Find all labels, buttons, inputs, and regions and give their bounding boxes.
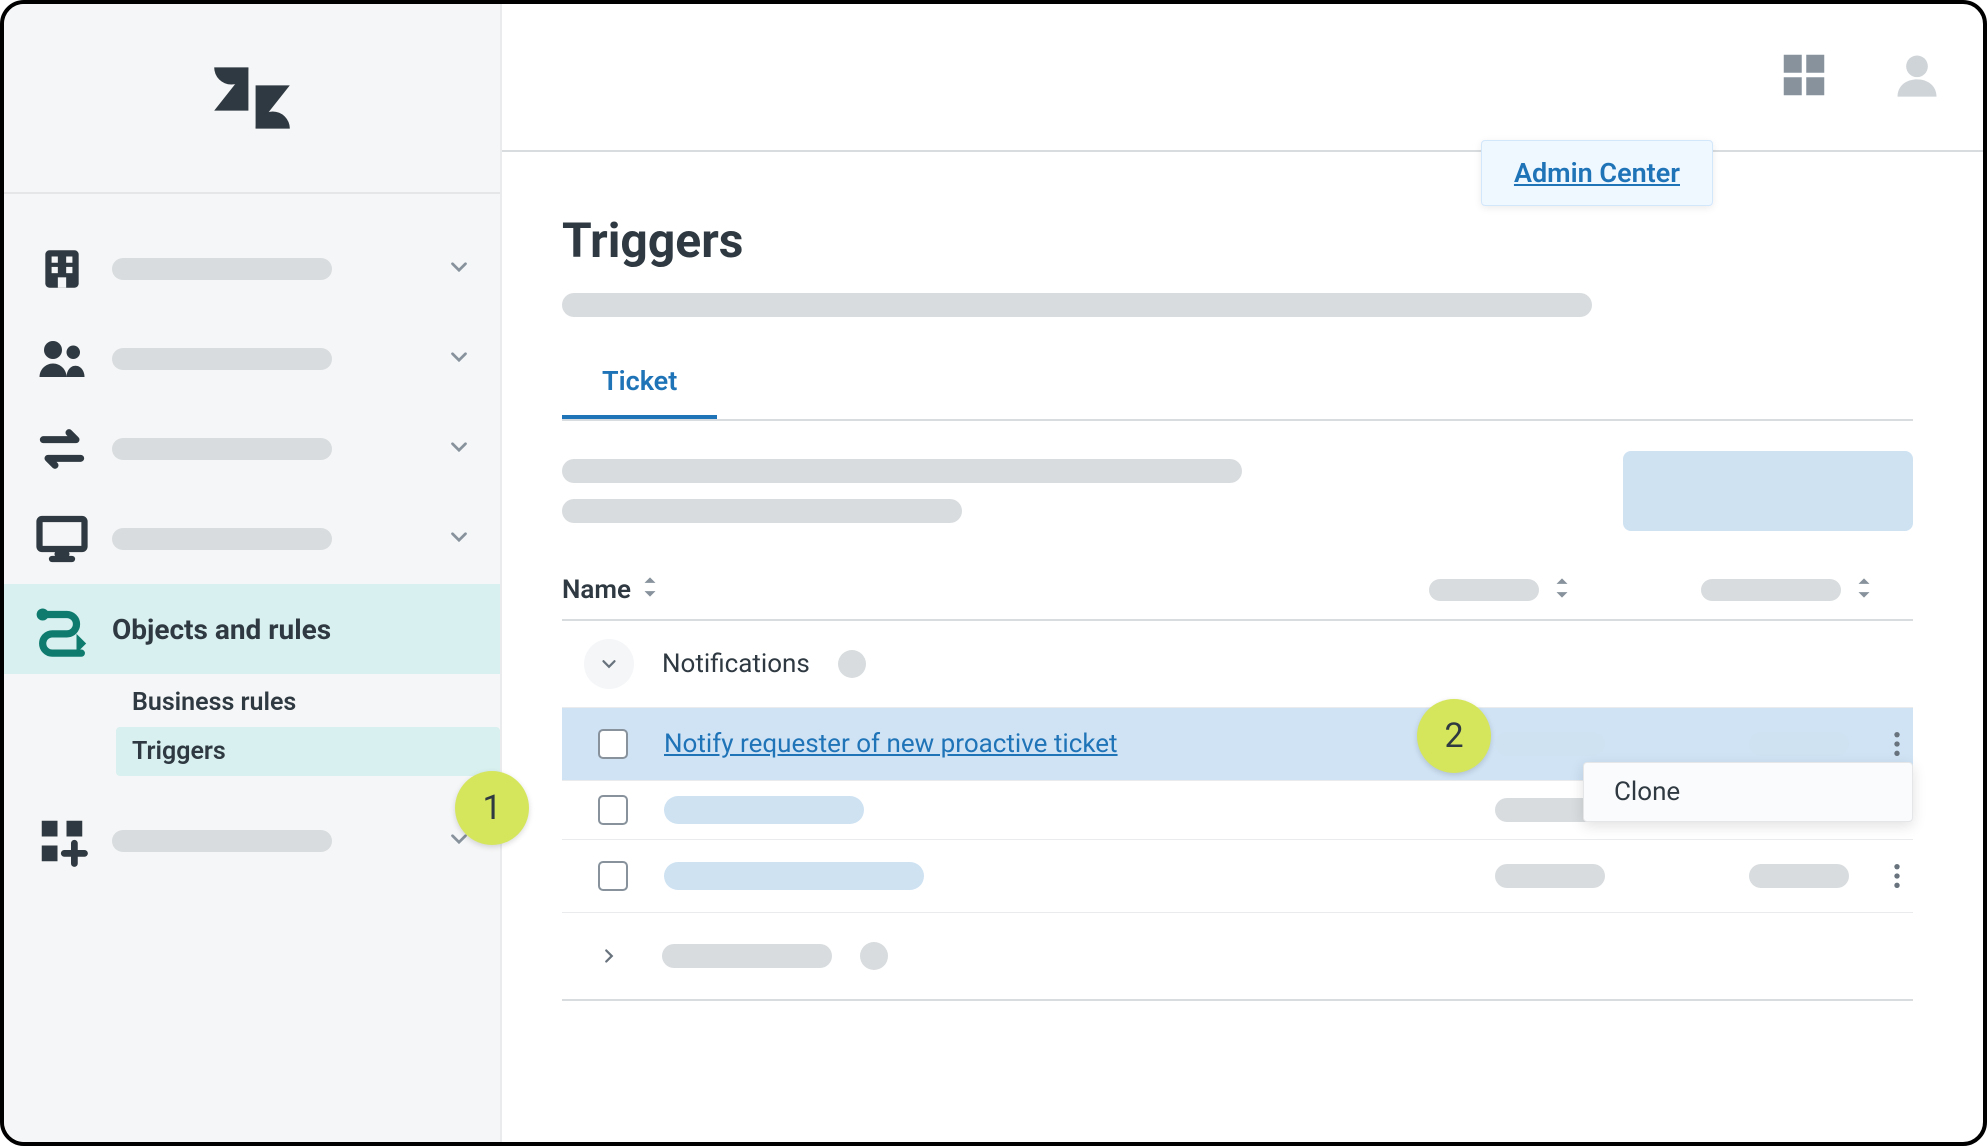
monitor-icon — [32, 509, 92, 569]
count-badge — [838, 650, 866, 678]
chevron-down-icon — [446, 434, 472, 464]
annotation-badge-1: 1 — [455, 771, 529, 845]
sort-icon — [641, 575, 659, 605]
category-label-placeholder — [662, 944, 832, 968]
sidebar: Objects and rules Business rules Trigger… — [4, 4, 502, 1142]
trigger-row-highlighted[interactable]: Notify requester of new proactive ticket… — [562, 707, 1913, 780]
filter-placeholder — [562, 459, 1242, 483]
trigger-name-link[interactable]: Notify requester of new proactive ticket — [664, 729, 1118, 759]
admin-center-link[interactable]: Admin Center — [1481, 140, 1713, 206]
apps-add-icon — [32, 811, 92, 871]
cell-placeholder — [1495, 732, 1605, 756]
tab-ticket[interactable]: Ticket — [562, 353, 717, 419]
trigger-name-placeholder — [664, 796, 864, 824]
category-row-notifications: Notifications — [562, 621, 1913, 707]
sidebar-label-placeholder — [112, 830, 332, 852]
arrows-icon — [32, 419, 92, 479]
sidebar-item-objects-rules[interactable]: Objects and rules — [4, 584, 500, 674]
trigger-row[interactable] — [562, 839, 1913, 912]
expand-toggle[interactable] — [584, 931, 634, 981]
category-label: Notifications — [662, 649, 810, 679]
page-description-placeholder — [562, 293, 1592, 317]
people-icon — [32, 329, 92, 389]
brand-logo — [4, 4, 500, 194]
sidebar-item-workspaces[interactable] — [4, 494, 500, 584]
sidebar-label-placeholder — [112, 528, 332, 550]
top-header: Admin Center — [502, 4, 1983, 152]
column-header-placeholder — [1701, 579, 1841, 601]
sidebar-label-placeholder — [112, 438, 332, 460]
building-icon — [32, 239, 92, 299]
add-trigger-button[interactable] — [1623, 451, 1913, 531]
annotation-badge-2: 2 — [1417, 699, 1491, 773]
count-badge — [860, 942, 888, 970]
sidebar-label-placeholder — [112, 258, 332, 280]
subnav-business-rules[interactable]: Business rules — [116, 678, 500, 727]
cell-placeholder — [1749, 864, 1849, 888]
row-checkbox[interactable] — [598, 795, 628, 825]
zendesk-logo-icon — [207, 53, 297, 143]
row-actions-menu[interactable] — [1881, 854, 1913, 898]
cell-placeholder — [1495, 864, 1605, 888]
sidebar-item-channels[interactable] — [4, 404, 500, 494]
apps-grid-icon[interactable] — [1777, 48, 1831, 106]
subnav-triggers[interactable]: Triggers — [116, 727, 500, 776]
profile-icon[interactable] — [1891, 49, 1943, 105]
sidebar-item-people[interactable] — [4, 314, 500, 404]
chevron-down-icon — [446, 254, 472, 284]
chevron-down-icon — [446, 524, 472, 554]
sidebar-item-apps[interactable] — [4, 796, 500, 886]
column-header-placeholder — [1429, 579, 1539, 601]
category-row-collapsed — [562, 912, 1913, 999]
page-title: Triggers — [562, 212, 1913, 269]
row-checkbox[interactable] — [598, 729, 628, 759]
sidebar-label-placeholder — [112, 348, 332, 370]
workflow-icon — [32, 599, 92, 659]
sidebar-item-label: Objects and rules — [112, 613, 472, 646]
sidebar-item-account[interactable] — [4, 224, 500, 314]
clone-menu-item[interactable]: Clone — [1583, 762, 1913, 822]
column-header-label: Name — [562, 575, 631, 605]
main-content: Admin Center Triggers Ticket — [502, 4, 1983, 1142]
chevron-down-icon — [446, 344, 472, 374]
column-header-name[interactable]: Name — [562, 575, 659, 605]
row-actions-menu[interactable] — [1881, 722, 1913, 766]
cell-placeholder — [1749, 732, 1849, 756]
sort-icon — [1553, 577, 1571, 603]
trigger-name-placeholder — [664, 862, 924, 890]
sort-icon — [1855, 577, 1873, 603]
row-checkbox[interactable] — [598, 861, 628, 891]
collapse-toggle[interactable] — [584, 639, 634, 689]
filter-placeholder — [562, 499, 962, 523]
